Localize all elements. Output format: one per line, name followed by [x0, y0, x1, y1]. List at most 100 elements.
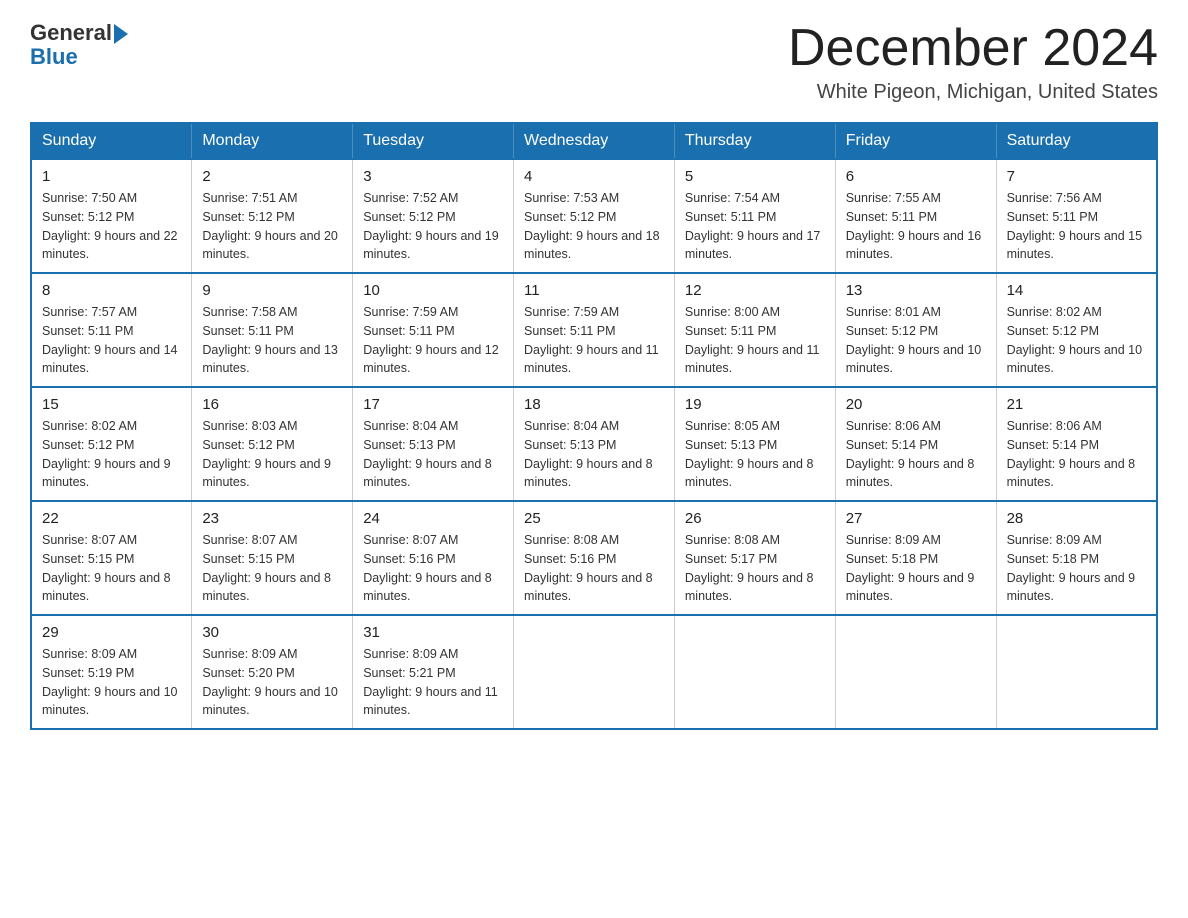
- weekday-header-tuesday: Tuesday: [353, 123, 514, 159]
- day-number: 28: [1007, 510, 1146, 527]
- day-number: 3: [363, 168, 503, 185]
- calendar-week-1: 1 Sunrise: 7:50 AMSunset: 5:12 PMDayligh…: [31, 159, 1157, 273]
- day-number: 27: [846, 510, 986, 527]
- day-info: Sunrise: 7:54 AMSunset: 5:11 PMDaylight:…: [685, 191, 821, 261]
- logo-blue-text: Blue: [30, 44, 78, 70]
- calendar-cell: 5 Sunrise: 7:54 AMSunset: 5:11 PMDayligh…: [674, 159, 835, 273]
- day-info: Sunrise: 8:09 AMSunset: 5:21 PMDaylight:…: [363, 647, 498, 717]
- calendar-cell: 4 Sunrise: 7:53 AMSunset: 5:12 PMDayligh…: [514, 159, 675, 273]
- calendar-cell: 17 Sunrise: 8:04 AMSunset: 5:13 PMDaylig…: [353, 387, 514, 501]
- day-info: Sunrise: 8:06 AMSunset: 5:14 PMDaylight:…: [846, 419, 975, 489]
- day-info: Sunrise: 8:09 AMSunset: 5:20 PMDaylight:…: [202, 647, 338, 717]
- day-number: 23: [202, 510, 342, 527]
- calendar-cell: [514, 615, 675, 729]
- day-number: 31: [363, 624, 503, 641]
- day-number: 21: [1007, 396, 1146, 413]
- calendar-cell: 16 Sunrise: 8:03 AMSunset: 5:12 PMDaylig…: [192, 387, 353, 501]
- calendar-cell: [996, 615, 1157, 729]
- day-info: Sunrise: 7:55 AMSunset: 5:11 PMDaylight:…: [846, 191, 982, 261]
- day-info: Sunrise: 8:02 AMSunset: 5:12 PMDaylight:…: [1007, 305, 1143, 375]
- weekday-header-friday: Friday: [835, 123, 996, 159]
- calendar-table: SundayMondayTuesdayWednesdayThursdayFrid…: [30, 122, 1158, 730]
- day-info: Sunrise: 8:04 AMSunset: 5:13 PMDaylight:…: [524, 419, 653, 489]
- day-number: 14: [1007, 282, 1146, 299]
- calendar-cell: 13 Sunrise: 8:01 AMSunset: 5:12 PMDaylig…: [835, 273, 996, 387]
- day-number: 2: [202, 168, 342, 185]
- day-number: 30: [202, 624, 342, 641]
- calendar-cell: [674, 615, 835, 729]
- day-info: Sunrise: 8:02 AMSunset: 5:12 PMDaylight:…: [42, 419, 171, 489]
- day-info: Sunrise: 8:07 AMSunset: 5:16 PMDaylight:…: [363, 533, 492, 603]
- day-info: Sunrise: 7:59 AMSunset: 5:11 PMDaylight:…: [524, 305, 659, 375]
- day-number: 11: [524, 282, 664, 299]
- location-title: White Pigeon, Michigan, United States: [788, 81, 1158, 104]
- calendar-header-row: SundayMondayTuesdayWednesdayThursdayFrid…: [31, 123, 1157, 159]
- day-info: Sunrise: 8:07 AMSunset: 5:15 PMDaylight:…: [42, 533, 171, 603]
- day-number: 15: [42, 396, 181, 413]
- day-number: 18: [524, 396, 664, 413]
- logo-arrow-icon: [114, 24, 128, 44]
- title-section: December 2024 White Pigeon, Michigan, Un…: [788, 20, 1158, 104]
- day-number: 17: [363, 396, 503, 413]
- day-info: Sunrise: 7:50 AMSunset: 5:12 PMDaylight:…: [42, 191, 178, 261]
- day-number: 12: [685, 282, 825, 299]
- page-header: General Blue December 2024 White Pigeon,…: [30, 20, 1158, 104]
- calendar-cell: 15 Sunrise: 8:02 AMSunset: 5:12 PMDaylig…: [31, 387, 192, 501]
- day-number: 8: [42, 282, 181, 299]
- calendar-cell: 20 Sunrise: 8:06 AMSunset: 5:14 PMDaylig…: [835, 387, 996, 501]
- calendar-cell: 19 Sunrise: 8:05 AMSunset: 5:13 PMDaylig…: [674, 387, 835, 501]
- day-info: Sunrise: 8:01 AMSunset: 5:12 PMDaylight:…: [846, 305, 982, 375]
- calendar-cell: 14 Sunrise: 8:02 AMSunset: 5:12 PMDaylig…: [996, 273, 1157, 387]
- weekday-header-saturday: Saturday: [996, 123, 1157, 159]
- weekday-header-monday: Monday: [192, 123, 353, 159]
- day-number: 4: [524, 168, 664, 185]
- day-info: Sunrise: 8:05 AMSunset: 5:13 PMDaylight:…: [685, 419, 814, 489]
- day-info: Sunrise: 8:09 AMSunset: 5:18 PMDaylight:…: [846, 533, 975, 603]
- calendar-cell: 9 Sunrise: 7:58 AMSunset: 5:11 PMDayligh…: [192, 273, 353, 387]
- calendar-cell: 21 Sunrise: 8:06 AMSunset: 5:14 PMDaylig…: [996, 387, 1157, 501]
- calendar-cell: 31 Sunrise: 8:09 AMSunset: 5:21 PMDaylig…: [353, 615, 514, 729]
- day-info: Sunrise: 8:09 AMSunset: 5:19 PMDaylight:…: [42, 647, 178, 717]
- weekday-header-thursday: Thursday: [674, 123, 835, 159]
- day-number: 25: [524, 510, 664, 527]
- calendar-cell: [835, 615, 996, 729]
- day-info: Sunrise: 7:52 AMSunset: 5:12 PMDaylight:…: [363, 191, 499, 261]
- day-info: Sunrise: 8:09 AMSunset: 5:18 PMDaylight:…: [1007, 533, 1136, 603]
- day-info: Sunrise: 8:08 AMSunset: 5:16 PMDaylight:…: [524, 533, 653, 603]
- calendar-cell: 24 Sunrise: 8:07 AMSunset: 5:16 PMDaylig…: [353, 501, 514, 615]
- calendar-cell: 29 Sunrise: 8:09 AMSunset: 5:19 PMDaylig…: [31, 615, 192, 729]
- weekday-header-wednesday: Wednesday: [514, 123, 675, 159]
- day-info: Sunrise: 7:51 AMSunset: 5:12 PMDaylight:…: [202, 191, 338, 261]
- day-number: 22: [42, 510, 181, 527]
- logo-general-text: General: [30, 20, 112, 46]
- calendar-week-5: 29 Sunrise: 8:09 AMSunset: 5:19 PMDaylig…: [31, 615, 1157, 729]
- calendar-cell: 27 Sunrise: 8:09 AMSunset: 5:18 PMDaylig…: [835, 501, 996, 615]
- calendar-week-2: 8 Sunrise: 7:57 AMSunset: 5:11 PMDayligh…: [31, 273, 1157, 387]
- calendar-cell: 22 Sunrise: 8:07 AMSunset: 5:15 PMDaylig…: [31, 501, 192, 615]
- calendar-cell: 28 Sunrise: 8:09 AMSunset: 5:18 PMDaylig…: [996, 501, 1157, 615]
- calendar-cell: 7 Sunrise: 7:56 AMSunset: 5:11 PMDayligh…: [996, 159, 1157, 273]
- calendar-cell: 18 Sunrise: 8:04 AMSunset: 5:13 PMDaylig…: [514, 387, 675, 501]
- day-number: 24: [363, 510, 503, 527]
- calendar-cell: 12 Sunrise: 8:00 AMSunset: 5:11 PMDaylig…: [674, 273, 835, 387]
- day-info: Sunrise: 7:59 AMSunset: 5:11 PMDaylight:…: [363, 305, 499, 375]
- calendar-cell: 2 Sunrise: 7:51 AMSunset: 5:12 PMDayligh…: [192, 159, 353, 273]
- calendar-cell: 30 Sunrise: 8:09 AMSunset: 5:20 PMDaylig…: [192, 615, 353, 729]
- day-number: 1: [42, 168, 181, 185]
- day-number: 9: [202, 282, 342, 299]
- calendar-week-4: 22 Sunrise: 8:07 AMSunset: 5:15 PMDaylig…: [31, 501, 1157, 615]
- day-info: Sunrise: 7:58 AMSunset: 5:11 PMDaylight:…: [202, 305, 338, 375]
- calendar-cell: 11 Sunrise: 7:59 AMSunset: 5:11 PMDaylig…: [514, 273, 675, 387]
- calendar-cell: 23 Sunrise: 8:07 AMSunset: 5:15 PMDaylig…: [192, 501, 353, 615]
- day-number: 7: [1007, 168, 1146, 185]
- calendar-cell: 10 Sunrise: 7:59 AMSunset: 5:11 PMDaylig…: [353, 273, 514, 387]
- day-info: Sunrise: 8:07 AMSunset: 5:15 PMDaylight:…: [202, 533, 331, 603]
- day-number: 26: [685, 510, 825, 527]
- calendar-cell: 26 Sunrise: 8:08 AMSunset: 5:17 PMDaylig…: [674, 501, 835, 615]
- day-info: Sunrise: 8:04 AMSunset: 5:13 PMDaylight:…: [363, 419, 492, 489]
- logo: General Blue: [30, 20, 128, 70]
- day-info: Sunrise: 7:56 AMSunset: 5:11 PMDaylight:…: [1007, 191, 1143, 261]
- day-info: Sunrise: 8:08 AMSunset: 5:17 PMDaylight:…: [685, 533, 814, 603]
- day-number: 13: [846, 282, 986, 299]
- day-info: Sunrise: 8:06 AMSunset: 5:14 PMDaylight:…: [1007, 419, 1136, 489]
